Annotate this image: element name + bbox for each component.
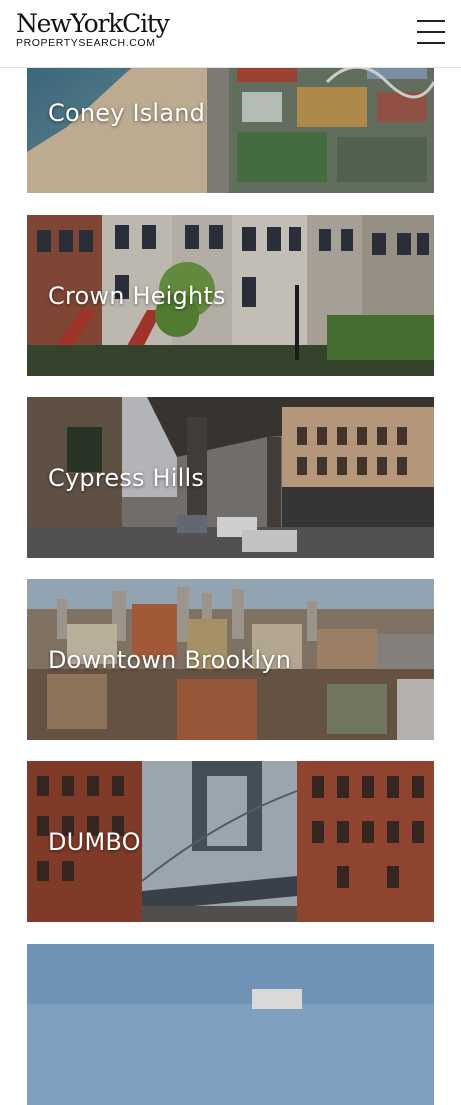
menu-line xyxy=(417,20,445,22)
site-logo[interactable]: NewYorkCity PROPERTYSEARCH.COM xyxy=(16,9,170,50)
logo-tagline: PROPERTYSEARCH.COM xyxy=(16,37,156,49)
card-title: Downtown Brooklyn xyxy=(48,645,292,674)
neighborhood-card-crown-heights[interactable]: Crown Heights xyxy=(27,215,434,376)
logo-wordmark: NewYorkCity xyxy=(16,9,170,38)
menu-line xyxy=(417,42,445,44)
hamburger-menu-icon[interactable] xyxy=(417,20,445,44)
site-header: NewYorkCity PROPERTYSEARCH.COM xyxy=(0,0,461,68)
neighborhood-card-downtown-brooklyn[interactable]: Downtown Brooklyn xyxy=(27,579,434,740)
next-neighborhood-image xyxy=(27,944,434,1105)
neighborhood-card-cypress-hills[interactable]: Cypress Hills xyxy=(27,397,434,558)
card-title: DUMBO xyxy=(48,827,141,856)
neighborhood-card-next[interactable] xyxy=(27,944,434,1105)
card-title: Coney Island xyxy=(48,98,206,127)
neighborhood-card-dumbo[interactable]: DUMBO xyxy=(27,761,434,922)
card-title: Crown Heights xyxy=(48,281,226,310)
card-title: Cypress Hills xyxy=(48,463,205,492)
menu-line xyxy=(417,31,445,33)
